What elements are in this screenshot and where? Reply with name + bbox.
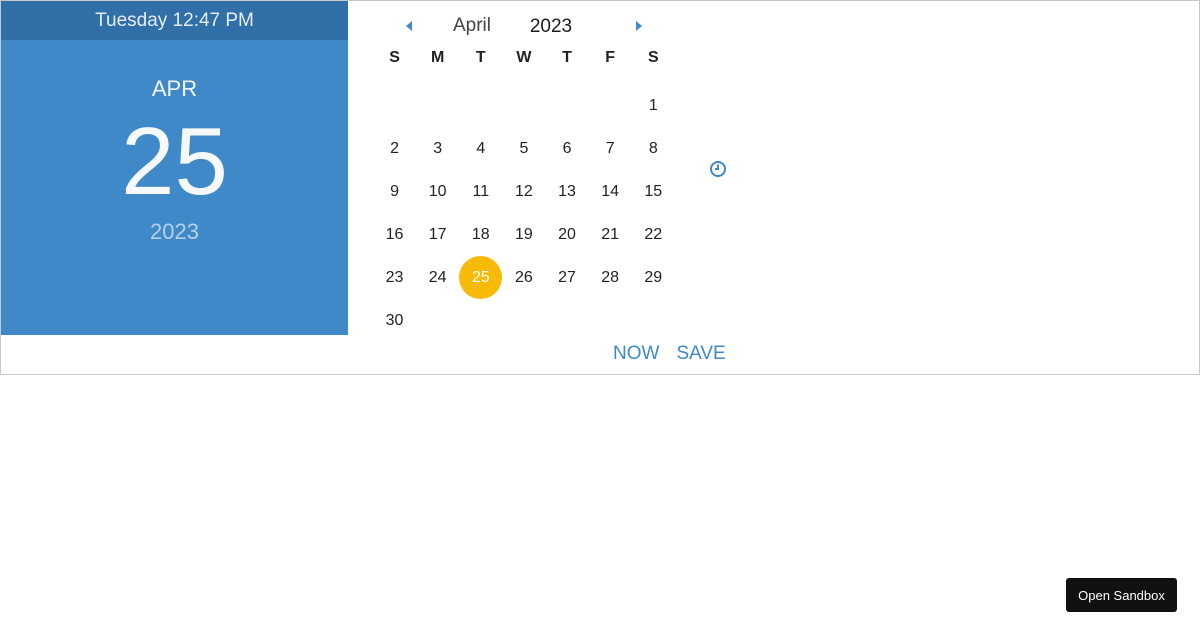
calendar-day-number: 8	[648, 139, 658, 157]
empty-day-cell	[546, 84, 589, 127]
calendar-day[interactable]: 8	[632, 127, 675, 170]
calendar-day[interactable]: 29	[632, 256, 675, 299]
selected-year-label[interactable]: 2023	[1, 219, 348, 245]
empty-day-cell	[459, 84, 502, 127]
calendar-day-number: 7	[605, 139, 615, 157]
calendar-day-number: 22	[644, 225, 663, 243]
now-button[interactable]: NOW	[613, 341, 659, 367]
next-month-button[interactable]	[629, 17, 649, 37]
calendar-day-number: 13	[558, 182, 576, 200]
calendar-day[interactable]: 9	[373, 170, 416, 213]
calendar-day[interactable]: 13	[546, 170, 589, 213]
calendar-day-number: 6	[562, 139, 572, 157]
calendar-day-number: 9	[390, 182, 400, 200]
calendar-day[interactable]: 23	[373, 256, 416, 299]
calendar-day[interactable]: 4	[459, 127, 502, 170]
weekday-label: S	[389, 49, 400, 66]
calendar-day-number: 24	[428, 268, 447, 286]
calendar-day[interactable]: 14	[589, 170, 632, 213]
weekday-label: S	[647, 49, 659, 66]
calendar-day-number: 17	[428, 225, 447, 243]
calendar-day-number: 11	[472, 182, 490, 200]
weekday-label: M	[431, 49, 445, 66]
action-bar: NOW SAVE	[613, 341, 726, 367]
calendar-day-number: 20	[558, 225, 576, 243]
calendar-day[interactable]: 5	[502, 127, 545, 170]
weekday-label: W	[516, 49, 532, 66]
year-label[interactable]: 2023	[521, 16, 581, 38]
calendar-day-number: 12	[515, 182, 533, 200]
empty-day-cell	[589, 84, 632, 127]
calendar-day-number: 14	[601, 182, 620, 200]
empty-day-cell	[502, 84, 545, 127]
calendar-day-number: 21	[601, 225, 620, 243]
selected-day-label: 25	[121, 108, 228, 215]
calendar-day-number: 25	[459, 256, 503, 299]
calendar-day[interactable]: 2	[373, 127, 416, 170]
weekday-header: S M T W T F S	[373, 49, 675, 71]
calendar-day[interactable]: 26	[502, 256, 545, 299]
selected-date-panel: Tuesday 12:47 PM APR 25 2023	[1, 1, 348, 335]
calendar-day[interactable]: 12	[502, 170, 545, 213]
calendar-day[interactable]: 1	[632, 84, 675, 127]
time-picker-button[interactable]	[709, 160, 727, 178]
calendar-day[interactable]: 19	[502, 213, 545, 256]
calendar-day-number: 2	[390, 139, 400, 157]
calendar-day-number: 10	[428, 182, 447, 200]
date-picker: Tuesday 12:47 PM APR 25 2023 April 2023 …	[0, 0, 1200, 375]
calendar-day[interactable]: 22	[632, 213, 675, 256]
calendar-day-number: 16	[385, 225, 404, 243]
open-sandbox-button[interactable]: Open Sandbox	[1066, 578, 1177, 612]
calendar-day-number: 26	[515, 268, 533, 286]
calendar-day[interactable]: 21	[589, 213, 632, 256]
clock-icon	[710, 161, 726, 177]
calendar-day-number: 15	[644, 182, 663, 200]
selected-month-label: APR	[151, 76, 198, 101]
weekday-label: T	[475, 49, 486, 66]
calendar-day-number: 30	[385, 311, 404, 329]
calendar-day[interactable]: 27	[546, 256, 589, 299]
calendar-day[interactable]: 10	[416, 170, 459, 213]
calendar-days-grid: 1 2 3 4 5 6 7 8 9 10 11 12 13 14 15 16 17 18 19 20 21 22 23 24 2…	[373, 84, 675, 342]
empty-day-cell	[416, 84, 459, 127]
calendar-day[interactable]: 16	[373, 213, 416, 256]
calendar-day-number: 19	[515, 225, 533, 243]
calendar-day-number: 23	[385, 268, 404, 286]
calendar-day[interactable]: 15	[632, 170, 675, 213]
calendar-day[interactable]: 7	[589, 127, 632, 170]
calendar-day-number: 5	[519, 139, 529, 157]
calendar-day-number: 28	[601, 268, 620, 286]
chevron-right-icon	[636, 21, 642, 31]
calendar-day-number: 27	[558, 268, 576, 286]
calendar-day[interactable]: 20	[546, 213, 589, 256]
prev-month-button[interactable]	[399, 17, 419, 37]
weekday-label: T	[562, 49, 572, 66]
calendar-day[interactable]: 24	[416, 256, 459, 299]
calendar-day-number: 29	[644, 268, 663, 286]
save-button[interactable]: SAVE	[676, 341, 725, 367]
weekday-time-label: Tuesday 12:47 PM	[1, 1, 348, 40]
calendar-day[interactable]: 11	[459, 170, 502, 213]
calendar-day[interactable]: 18	[459, 213, 502, 256]
calendar-day-number: 4	[476, 139, 486, 157]
chevron-left-icon	[406, 21, 412, 31]
month-label[interactable]: April	[441, 15, 503, 37]
calendar-day-number: 18	[471, 225, 490, 243]
calendar-day-number: 3	[433, 139, 443, 157]
calendar-day[interactable]: 17	[416, 213, 459, 256]
calendar-day[interactable]: 28	[589, 256, 632, 299]
calendar-day-selected[interactable]: 25	[459, 256, 503, 299]
empty-day-cell	[373, 84, 416, 127]
calendar-day[interactable]: 3	[416, 127, 459, 170]
calendar-day[interactable]: 30	[373, 299, 416, 342]
calendar-day-number: 1	[648, 96, 658, 114]
weekday-label: F	[605, 49, 616, 66]
calendar-day[interactable]: 6	[546, 127, 589, 170]
